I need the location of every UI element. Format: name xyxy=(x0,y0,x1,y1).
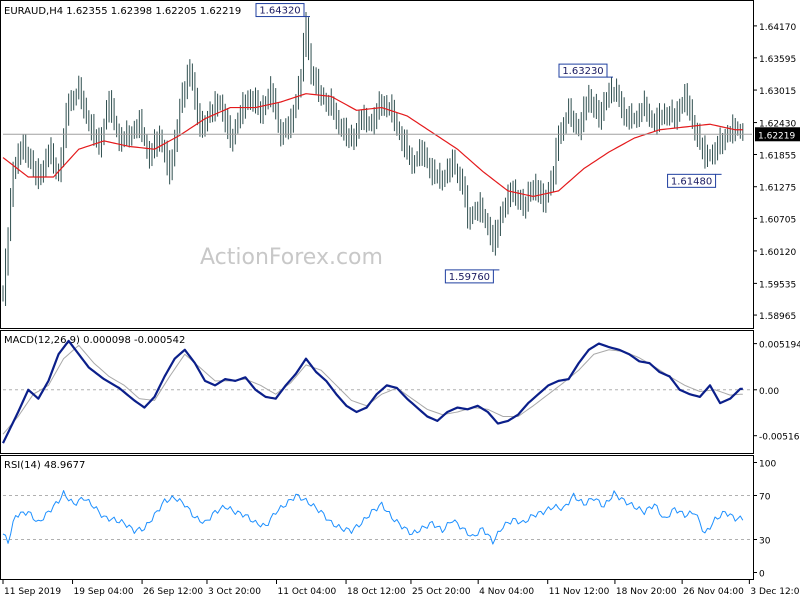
price-axis-tick-label: 1.60120 xyxy=(759,248,796,258)
chart-root: EURAUD,H4 1.62355 1.62398 1.62205 1.6221… xyxy=(0,0,800,600)
time-axis-label: 18 Oct 12:00 xyxy=(347,587,406,597)
price-axis-tick-label: 1.61275 xyxy=(759,184,796,194)
rsi-axis-tick-label: 70 xyxy=(759,493,771,503)
macd-axis-tick-label: 0.00 xyxy=(759,387,779,397)
price-axis-tick-label: 1.64170 xyxy=(759,23,796,33)
main-header: EURAUD,H4 1.62355 1.62398 1.62205 1.6221… xyxy=(4,6,241,17)
time-axis-label: 4 Nov 04:00 xyxy=(479,587,534,597)
rsi-axis-tick-label: 100 xyxy=(759,460,776,470)
watermark: ActionForex.com xyxy=(200,245,383,270)
annotation-label: 1.59760 xyxy=(449,272,490,283)
annotation-label: 1.61480 xyxy=(671,176,712,187)
price-annotation: 1.61480 xyxy=(667,173,722,188)
current-price-label: 1.62219 xyxy=(758,131,795,141)
price-annotation: 1.64320 xyxy=(255,3,310,18)
price-axis-tick-label: 1.60705 xyxy=(759,215,796,225)
price-annotation: 1.63230 xyxy=(558,63,613,78)
macd-axis-tick-label: 0.005194 xyxy=(759,341,800,351)
annotation-label: 1.64320 xyxy=(259,6,300,17)
main-pane-frame xyxy=(0,0,754,329)
price-axis-tick-label: 1.59535 xyxy=(759,280,796,290)
price-axis-tick-label: 1.63015 xyxy=(759,87,796,97)
rsi-axis-tick-label: 30 xyxy=(759,537,771,547)
time-axis-label: 3 Dec 12:00 xyxy=(750,587,800,597)
time-axis-label: 25 Oct 20:00 xyxy=(412,587,471,597)
price-annotation: 1.59760 xyxy=(444,269,500,284)
time-axis-label: 11 Nov 12:00 xyxy=(549,587,610,597)
time-axis-label: 11 Sep 2019 xyxy=(4,587,61,597)
time-axis-label: 11 Oct 04:00 xyxy=(278,587,337,597)
time-axis-label: 19 Sep 04:00 xyxy=(74,587,134,597)
price-axis-tick-label: 1.61855 xyxy=(759,152,796,162)
time-axis-label: 26 Nov 04:00 xyxy=(683,587,744,597)
macd-header: MACD(12,26,9) 0.000098 -0.000542 xyxy=(4,335,185,346)
annotation-label: 1.63230 xyxy=(562,66,603,77)
chart-svg: EURAUD,H4 1.62355 1.62398 1.62205 1.6221… xyxy=(0,0,800,597)
price-axis-tick-label: 1.58965 xyxy=(759,312,796,322)
rsi-axis-tick-label: 0 xyxy=(759,570,765,580)
time-axis-label: 18 Nov 20:00 xyxy=(616,587,677,597)
macd-pane-frame xyxy=(0,330,754,454)
time-axis-label: 3 Oct 20:00 xyxy=(208,587,261,597)
rsi-header: RSI(14) 48.9677 xyxy=(4,460,85,471)
time-axis-label: 26 Sep 12:00 xyxy=(143,587,203,597)
macd-axis-tick-label: -0.005166 xyxy=(759,433,800,443)
price-axis-tick-label: 1.63595 xyxy=(759,55,796,65)
